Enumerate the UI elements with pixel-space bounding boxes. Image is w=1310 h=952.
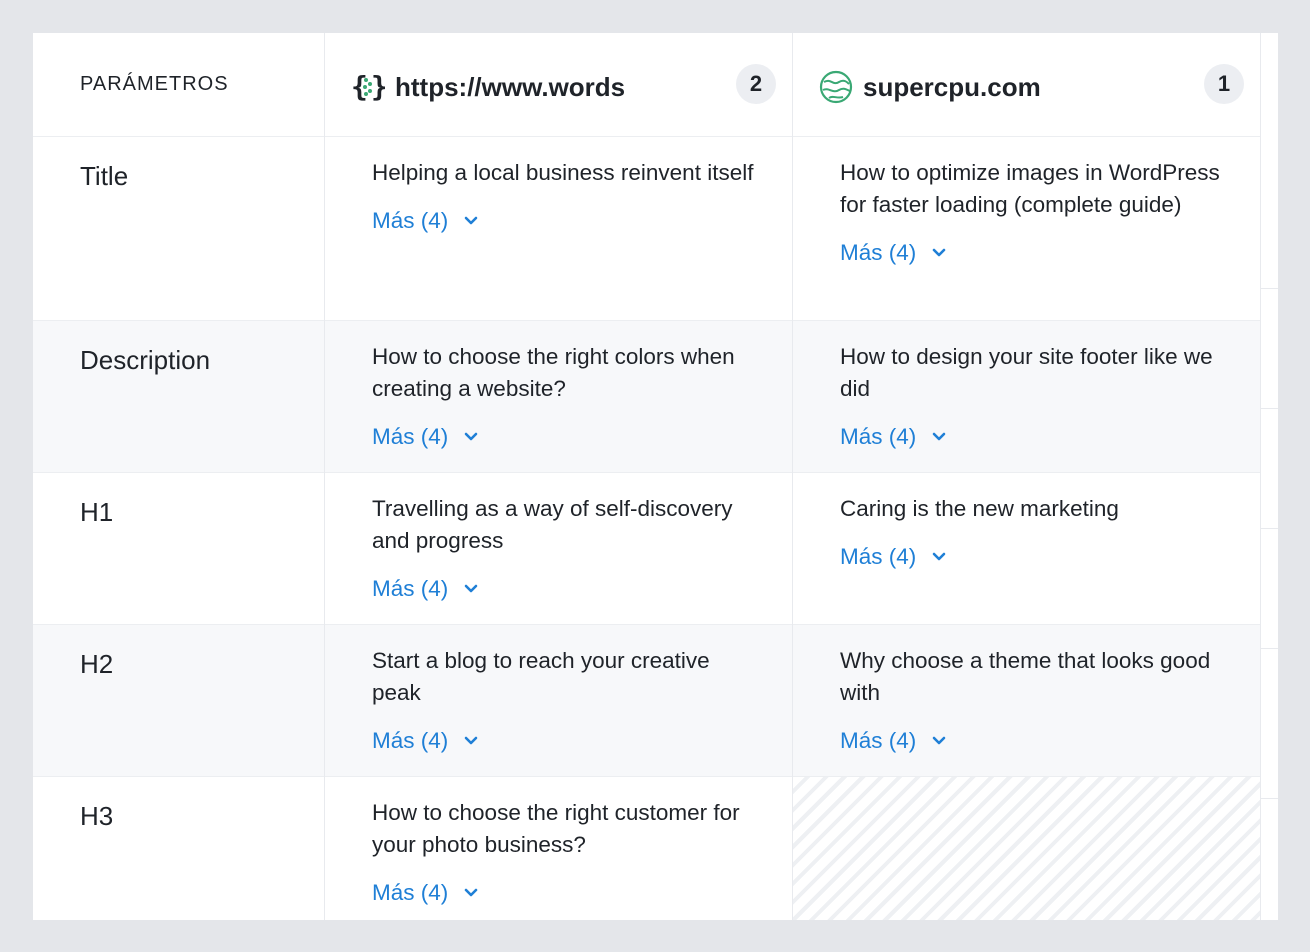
param-label: H3 bbox=[80, 801, 114, 831]
divider bbox=[324, 33, 325, 920]
cell-text: How to choose the right customer for you… bbox=[372, 800, 740, 857]
cell-text: How to design your site footer like we d… bbox=[840, 344, 1213, 401]
cell-text: How to optimize images in WordPress for … bbox=[840, 160, 1220, 217]
chevron-down-icon bbox=[464, 888, 478, 897]
count-badge: 1 bbox=[1204, 64, 1244, 104]
cell-text: Travelling as a way of self-discovery an… bbox=[372, 496, 733, 553]
green-globe-logo-icon bbox=[819, 70, 853, 104]
chevron-down-icon bbox=[932, 552, 946, 561]
cell-site1: Travelling as a way of self-discovery an… bbox=[372, 493, 762, 605]
cell-site2: How to design your site footer like we d… bbox=[840, 341, 1230, 453]
more-label: Más (4) bbox=[372, 880, 449, 905]
more-label: Más (4) bbox=[840, 728, 917, 753]
cell-site2: How to optimize images in WordPress for … bbox=[840, 157, 1230, 269]
more-button[interactable]: Más (4) bbox=[372, 877, 478, 909]
scroll-edge bbox=[1261, 33, 1278, 920]
more-button[interactable]: Más (4) bbox=[840, 421, 946, 453]
chevron-down-icon bbox=[464, 216, 478, 225]
more-button[interactable]: Más (4) bbox=[372, 205, 478, 237]
more-label: Más (4) bbox=[372, 208, 449, 233]
cell-text: Why choose a theme that looks good with bbox=[840, 648, 1211, 705]
param-label: Title bbox=[80, 161, 129, 191]
more-label: Más (4) bbox=[372, 728, 449, 753]
empty-cell-pattern bbox=[793, 776, 1261, 920]
more-label: Más (4) bbox=[840, 424, 917, 449]
cell-text: Helping a local business reinvent itself bbox=[372, 160, 754, 185]
more-label: Más (4) bbox=[840, 240, 917, 265]
window-frame: Title Helping a local business reinvent … bbox=[0, 0, 1310, 952]
table-row-title: Title Helping a local business reinvent … bbox=[33, 137, 1261, 321]
cell-site1: Helping a local business reinvent itself… bbox=[372, 157, 762, 237]
comparison-table: Title Helping a local business reinvent … bbox=[33, 33, 1278, 920]
divider bbox=[33, 624, 1278, 625]
more-button[interactable]: Más (4) bbox=[372, 725, 478, 757]
count-badge: 2 bbox=[736, 64, 776, 104]
cell-text: How to choose the right colors when crea… bbox=[372, 344, 735, 401]
param-label: Description bbox=[80, 345, 211, 375]
svg-text:}: } bbox=[371, 70, 385, 103]
divider bbox=[33, 472, 1278, 473]
site-header-2[interactable]: supercpu.com bbox=[819, 67, 1041, 107]
cell-site2: Caring is the new marketing Más (4) bbox=[840, 493, 1230, 573]
cell-site1: How to choose the right colors when crea… bbox=[372, 341, 762, 453]
table-row-description: Description How to choose the right colo… bbox=[33, 321, 1261, 473]
more-label: Más (4) bbox=[372, 424, 449, 449]
table-row-h2: H2 Start a blog to reach your creative p… bbox=[33, 625, 1261, 777]
more-button[interactable]: Más (4) bbox=[372, 421, 478, 453]
chevron-down-icon bbox=[932, 248, 946, 257]
divider bbox=[792, 33, 793, 920]
table-row-h1: H1 Travelling as a way of self-discovery… bbox=[33, 473, 1261, 625]
cell-site1: Start a blog to reach your creative peak… bbox=[372, 645, 762, 757]
brackets-logo-icon: { } bbox=[351, 70, 385, 103]
more-button[interactable]: Más (4) bbox=[840, 237, 946, 269]
site-name: supercpu.com bbox=[863, 71, 1041, 102]
more-button[interactable]: Más (4) bbox=[372, 573, 478, 605]
param-label: H2 bbox=[80, 649, 114, 679]
more-label: Más (4) bbox=[372, 576, 449, 601]
chevron-down-icon bbox=[464, 432, 478, 441]
more-label: Más (4) bbox=[840, 544, 917, 569]
column-header-params: PARÁMETROS bbox=[80, 73, 229, 95]
divider bbox=[33, 136, 1278, 137]
param-label: H1 bbox=[80, 497, 114, 527]
chevron-down-icon bbox=[464, 584, 478, 593]
chevron-down-icon bbox=[464, 736, 478, 745]
divider bbox=[33, 776, 1278, 777]
chevron-down-icon bbox=[932, 432, 946, 441]
cell-text: Start a blog to reach your creative peak bbox=[372, 648, 710, 705]
more-button[interactable]: Más (4) bbox=[840, 725, 946, 757]
site-name: https://www.words bbox=[395, 71, 626, 102]
cell-site1: How to choose the right customer for you… bbox=[372, 797, 762, 909]
site-header-1[interactable]: { } https://www.words bbox=[351, 67, 625, 107]
divider bbox=[33, 320, 1278, 321]
more-button[interactable]: Más (4) bbox=[840, 541, 946, 573]
chevron-down-icon bbox=[932, 736, 946, 745]
cell-site2: Why choose a theme that looks good with … bbox=[840, 645, 1230, 757]
cell-text: Caring is the new marketing bbox=[840, 496, 1119, 521]
